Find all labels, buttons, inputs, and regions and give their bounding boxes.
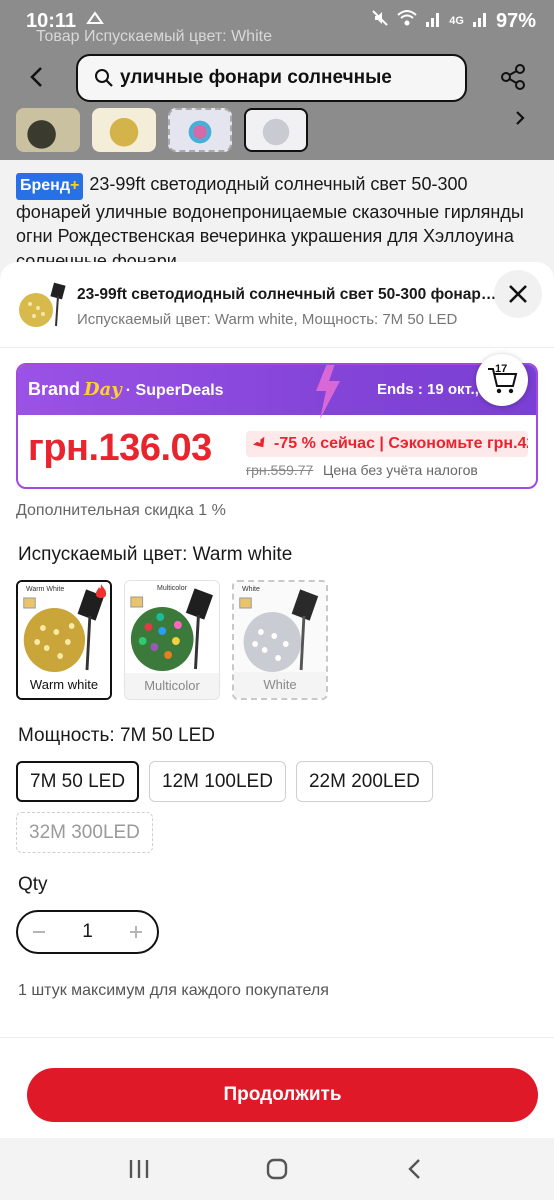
color-options: Warm White Warm white Multicolor Multico… [16, 580, 328, 700]
lightning-icon [316, 365, 340, 419]
sku-selector-sheet: 23-99ft светодиодный солнечный свет 50-3… [0, 262, 554, 1138]
status-bar: 10:11 4G 97% [0, 0, 554, 42]
color-option-label: Multicolor [125, 673, 219, 699]
deal-ends: Ends : 19 окт., [377, 381, 479, 398]
decrease-button[interactable] [28, 921, 50, 943]
sheet-footer: Продолжить [0, 1037, 554, 1138]
quantity-value[interactable]: 1 [82, 921, 93, 943]
chevron-left-icon [30, 67, 42, 87]
sheet-header: 23-99ft светодиодный солнечный свет 50-3… [0, 262, 554, 348]
superdeals-banner: Brand Day · SuperDeals Ends : 19 окт., [18, 365, 536, 419]
tax-note: Цена без учёта налогов [323, 462, 478, 478]
quantity-stepper: 1 [16, 910, 159, 954]
notification-icon [86, 9, 104, 33]
extra-discount-note: Дополнительная скидка 1 % [16, 502, 226, 519]
cart-button[interactable]: 17 [476, 354, 528, 406]
product-page-background: Товар Испускаемый цвет: White 10:11 4G 9… [0, 0, 554, 300]
power-option-32m-300led[interactable]: 32M 300LED [16, 812, 153, 853]
minus-icon [33, 931, 45, 933]
gallery-thumb[interactable] [244, 108, 308, 152]
mute-icon [371, 9, 389, 33]
gallery-thumb[interactable] [92, 108, 156, 152]
brand-badge: Бренд+ [16, 173, 84, 200]
search-query: уличные фонари солнечные [120, 67, 392, 88]
swatch-tag: White [242, 586, 260, 593]
status-time: 10:11 [26, 9, 77, 32]
wifi-icon [397, 9, 417, 33]
color-option-label: Warm white [18, 672, 110, 698]
chevron-right-icon[interactable] [510, 108, 530, 128]
old-price: грн.559.77 [246, 462, 314, 478]
close-icon [509, 285, 527, 303]
home-icon [266, 1158, 288, 1180]
product-thumbnail [16, 278, 68, 330]
network-type: 4G [449, 15, 464, 27]
color-label: Испускаемый цвет: Warm white [18, 544, 293, 565]
cart-count: 17 [495, 363, 508, 375]
home-button[interactable] [262, 1154, 292, 1184]
share-icon [501, 64, 525, 90]
multicolor-lights-image [125, 581, 219, 673]
power-option-22m-200led[interactable]: 22M 200LED [295, 761, 433, 802]
product-title: Бренд+ 23-99ft светодиодный солнечный све… [16, 173, 524, 271]
qty-label: Qty [18, 874, 48, 895]
signal-icon [425, 10, 441, 33]
white-lights-image [234, 582, 326, 674]
swatch-tag: Warm White [26, 586, 65, 593]
search-icon [95, 69, 113, 87]
color-option-white[interactable]: White White [232, 580, 328, 700]
swatch-tag: Multicolor [157, 585, 187, 592]
gallery-thumb[interactable] [16, 108, 80, 152]
color-option-warm-white[interactable]: Warm White Warm white [16, 580, 112, 700]
search-input[interactable]: уличные фонари солнечные [76, 54, 467, 102]
power-label: Мощность: 7M 50 LED [18, 725, 216, 746]
close-button[interactable] [494, 270, 542, 318]
back-button[interactable] [22, 62, 52, 92]
color-option-label: White [234, 672, 326, 698]
continue-button[interactable]: Продолжить [27, 1068, 538, 1122]
power-options: 7M 50 LED 12M 100LED 22M 200LED 32M 300L… [16, 761, 538, 853]
signal-icon-2 [472, 10, 488, 33]
gallery-thumbnails [16, 108, 308, 152]
system-nav-bar [0, 1138, 554, 1200]
brand-day-logo: Brand Day · SuperDeals [28, 379, 224, 400]
discount-badge: -75 % сейчас | Сэкономьте грн.423.74 [246, 431, 528, 457]
power-option-7m-50led[interactable]: 7M 50 LED [16, 761, 140, 802]
recent-apps-icon [129, 1160, 149, 1178]
color-option-multicolor[interactable]: Multicolor Multicolor [124, 580, 220, 700]
sheet-selection-summary: Испускаемый цвет: Warm white, Мощность: … [77, 311, 458, 328]
search-row: уличные фонари солнечные [0, 50, 554, 106]
back-nav-button[interactable] [400, 1154, 430, 1184]
fire-icon [95, 584, 107, 598]
increase-button[interactable] [125, 921, 147, 943]
gallery-thumb[interactable] [168, 108, 232, 152]
current-price: грн.136.03 [28, 427, 212, 469]
plus-icon [129, 926, 142, 938]
battery-level: 97% [495, 9, 536, 32]
promo-card: Brand Day · SuperDeals Ends : 19 окт., г… [16, 363, 538, 489]
power-option-12m-100led[interactable]: 12M 100LED [149, 761, 286, 802]
purchase-limit-note: 1 штук максимум для каждого покупателя [18, 982, 329, 999]
sheet-product-title: 23-99ft светодиодный солнечный свет 50-3… [77, 286, 497, 303]
arrow-down-icon [252, 437, 265, 448]
back-icon [408, 1159, 420, 1179]
recent-apps-button[interactable] [124, 1154, 154, 1184]
share-button[interactable] [498, 62, 528, 92]
